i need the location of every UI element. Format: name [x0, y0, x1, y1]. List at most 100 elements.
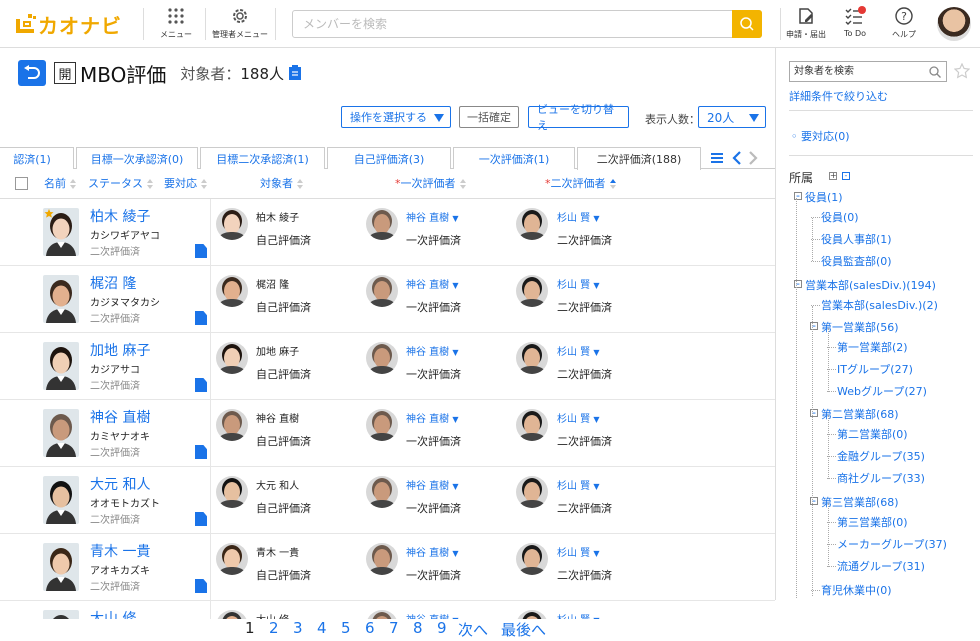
dept-tree-item[interactable]: 役員(0): [821, 209, 859, 225]
member-name-link[interactable]: 神谷 直樹: [90, 407, 150, 427]
column-status[interactable]: ステータス: [88, 175, 153, 191]
next-page-link[interactable]: 次へ: [458, 619, 488, 640]
page-link[interactable]: 3: [293, 619, 303, 637]
page-link[interactable]: 7: [389, 619, 399, 637]
page-link[interactable]: 9: [437, 619, 447, 637]
expand-all-icon[interactable]: +: [829, 172, 837, 180]
document-icon[interactable]: [195, 512, 207, 526]
action-select[interactable]: 操作を選択する: [341, 106, 451, 128]
first-evaluator-select[interactable]: 神谷 直樹 ▼: [406, 343, 459, 358]
member-name-link[interactable]: 加地 麻子: [90, 340, 150, 360]
dept-tree-item[interactable]: 役員人事部(1): [821, 231, 892, 247]
dept-tree-item[interactable]: 役員(1): [805, 189, 843, 205]
tab-approved[interactable]: 認済(1): [0, 147, 74, 169]
search-icon[interactable]: [928, 65, 942, 79]
document-icon[interactable]: [195, 244, 207, 258]
select-all-checkbox[interactable]: [15, 177, 28, 193]
help-button[interactable]: ? ヘルプ: [885, 6, 923, 40]
member-photo[interactable]: [43, 610, 79, 619]
dept-tree-item[interactable]: 流通グループ(31): [837, 558, 925, 574]
dept-tree-item[interactable]: 営業本部(salesDiv.)(194): [805, 277, 936, 293]
star-icon[interactable]: [954, 63, 970, 79]
user-avatar[interactable]: [937, 7, 971, 41]
dept-tree-item[interactable]: 育児休業中(0): [821, 582, 892, 598]
document-icon[interactable]: [195, 445, 207, 459]
page-link[interactable]: 5: [341, 619, 351, 637]
tab-goal-first-approved[interactable]: 目標一次承認済(0): [76, 147, 198, 169]
document-icon[interactable]: [195, 378, 207, 392]
first-evaluator-select[interactable]: 神谷 直樹 ▼: [406, 410, 459, 425]
second-evaluator-select[interactable]: 杉山 賢 ▼: [557, 276, 600, 291]
todo-button[interactable]: To Do: [836, 6, 874, 38]
column-second-evaluator[interactable]: *二次評価者: [545, 175, 616, 191]
page-link[interactable]: 2: [269, 619, 279, 637]
dept-tree-item[interactable]: 第二営業部(0): [837, 426, 908, 442]
dept-tree-item[interactable]: ITグループ(27): [837, 361, 913, 377]
column-action-needed[interactable]: 要対応: [164, 175, 207, 191]
first-evaluator-select[interactable]: 神谷 直樹 ▼: [406, 276, 459, 291]
member-name-link[interactable]: 柏木 綾子: [90, 206, 150, 226]
member-photo[interactable]: [43, 275, 79, 323]
chevron-left-icon[interactable]: [732, 151, 742, 165]
second-evaluator-select[interactable]: 杉山 賢 ▼: [557, 544, 600, 559]
tab-first-evaluated[interactable]: 一次評価済(1): [453, 147, 575, 169]
document-icon[interactable]: [195, 579, 207, 593]
switch-view-button[interactable]: ビューを切り替え: [528, 103, 629, 132]
chevron-right-icon[interactable]: [748, 151, 758, 165]
tab-goal-second-approved[interactable]: 目標二次承認済(1): [200, 147, 325, 169]
member-photo[interactable]: [43, 409, 79, 457]
last-page-link[interactable]: 最後へ: [501, 619, 546, 640]
dept-tree-item[interactable]: 第一営業部(2): [837, 339, 908, 355]
apply-button[interactable]: 申請・届出: [783, 6, 829, 40]
first-evaluator-select[interactable]: 神谷 直樹 ▼: [406, 209, 459, 224]
action-needed-filter[interactable]: ◦ 要対応(0): [791, 128, 850, 144]
menu-button[interactable]: メニュー: [157, 6, 195, 40]
page-link[interactable]: 6: [365, 619, 375, 637]
first-evaluator-select[interactable]: 神谷 直樹 ▼: [406, 477, 459, 492]
dept-tree-item[interactable]: 金融グループ(35): [837, 448, 925, 464]
member-photo[interactable]: [43, 476, 79, 524]
tab-second-evaluated[interactable]: 二次評価済(188): [577, 147, 701, 170]
member-name-link[interactable]: 大山 修: [90, 608, 136, 619]
dept-tree-item[interactable]: 第三営業部(0): [837, 514, 908, 530]
tab-list-icon[interactable]: [711, 152, 723, 164]
display-count-select[interactable]: 20人: [698, 106, 766, 128]
member-photo[interactable]: [43, 543, 79, 591]
second-evaluator-select[interactable]: 杉山 賢 ▼: [557, 477, 600, 492]
search-button[interactable]: [732, 10, 762, 38]
column-target[interactable]: 対象者: [260, 175, 303, 191]
column-name[interactable]: 名前: [44, 175, 76, 191]
member-search-input[interactable]: [293, 11, 733, 37]
dept-tree-item[interactable]: 営業本部(salesDiv.)(2): [821, 297, 938, 313]
dept-tree-item[interactable]: メーカーグループ(37): [837, 536, 947, 552]
document-icon[interactable]: [195, 311, 207, 325]
dept-tree-item[interactable]: 役員監査部(0): [821, 253, 892, 269]
second-evaluator-select[interactable]: 杉山 賢 ▼: [557, 410, 600, 425]
advanced-filter-link[interactable]: 詳細条件で絞り込む: [789, 88, 888, 104]
column-first-evaluator[interactable]: *一次評価者: [395, 175, 466, 191]
member-name-link[interactable]: 大元 和人: [90, 474, 150, 494]
page-link[interactable]: 4: [317, 619, 327, 637]
second-evaluator-select[interactable]: 杉山 賢 ▼: [557, 611, 600, 619]
member-name-link[interactable]: 青木 一貴: [90, 541, 150, 561]
open-button[interactable]: 開: [54, 62, 76, 84]
second-evaluator-select[interactable]: 杉山 賢 ▼: [557, 209, 600, 224]
back-button[interactable]: [18, 60, 46, 86]
dept-tree-item[interactable]: 第一営業部(56): [821, 319, 899, 335]
first-evaluator-select[interactable]: 神谷 直樹 ▼: [406, 611, 459, 619]
tab-self-evaluated[interactable]: 自己評価済(3): [327, 147, 451, 169]
admin-menu-button[interactable]: 管理者メニュー: [210, 6, 270, 40]
clipboard-icon[interactable]: [288, 65, 302, 81]
page-link[interactable]: 8: [413, 619, 423, 637]
kaonavi-logo[interactable]: カオナビ: [14, 10, 122, 38]
first-evaluator-select[interactable]: 神谷 直樹 ▼: [406, 544, 459, 559]
member-name-link[interactable]: 梶沼 隆: [90, 273, 136, 293]
second-evaluator-select[interactable]: 杉山 賢 ▼: [557, 343, 600, 358]
dept-tree-item[interactable]: 第二営業部(68): [821, 406, 899, 422]
bulk-confirm-button[interactable]: 一括確定: [459, 106, 519, 128]
member-photo[interactable]: [43, 342, 79, 390]
dept-tree-item[interactable]: Webグループ(27): [837, 383, 927, 399]
target-search-input[interactable]: [790, 62, 920, 81]
dept-tree-item[interactable]: 第三営業部(68): [821, 494, 899, 510]
dept-tree-item[interactable]: 商社グループ(33): [837, 470, 925, 486]
